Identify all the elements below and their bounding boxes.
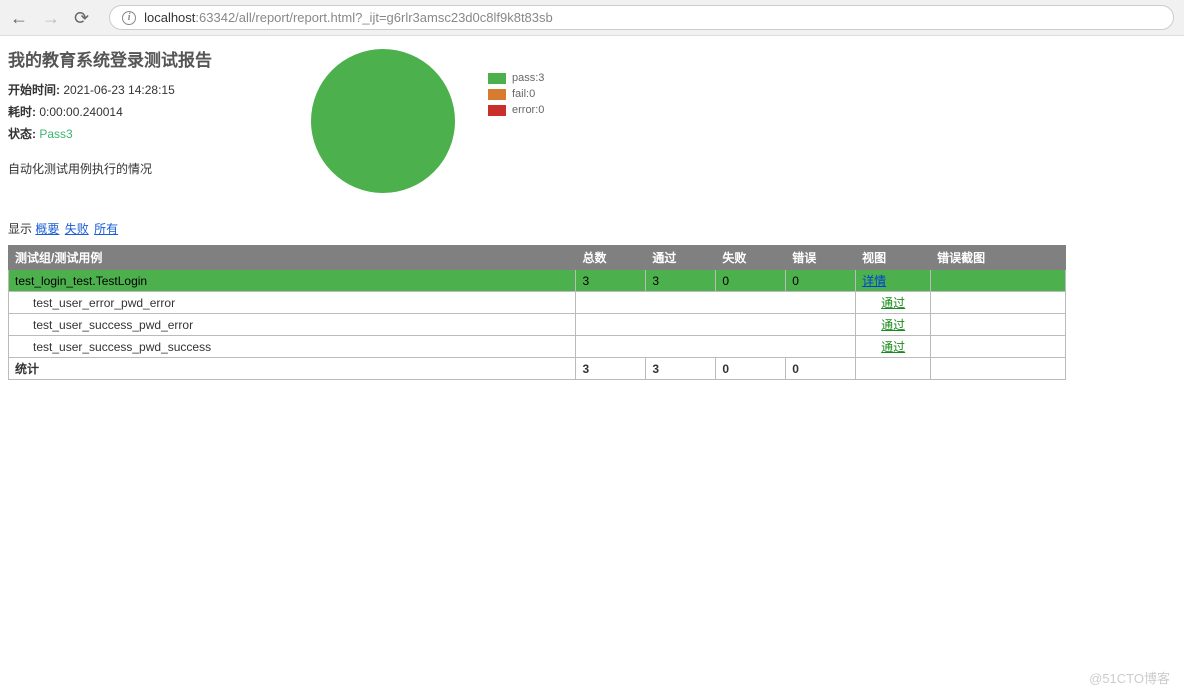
total-row: 统计 3 3 0 0	[9, 358, 1066, 380]
suite-name: test_login_test.TestLogin	[9, 270, 576, 292]
th-name: 测试组/测试用例	[9, 246, 576, 270]
case-name: test_user_success_pwd_error	[9, 314, 576, 336]
suite-fail: 0	[716, 270, 786, 292]
suite-row: test_login_test.TestLogin 3 3 0 0 详情	[9, 270, 1066, 292]
address-bar[interactable]: i localhost:63342/all/report/report.html…	[109, 5, 1174, 30]
total-error: 0	[786, 358, 856, 380]
filter-bar: 显示 概要 失败 所有	[8, 220, 1176, 237]
th-pass: 通过	[646, 246, 716, 270]
forward-button[interactable]: →	[42, 9, 60, 27]
suite-error: 0	[786, 270, 856, 292]
reload-button[interactable]: ⟳	[74, 9, 89, 27]
suite-pass: 3	[646, 270, 716, 292]
description: 自动化测试用例执行的情况	[8, 160, 278, 177]
total-label: 统计	[9, 358, 576, 380]
swatch-error-icon	[488, 105, 506, 116]
legend-fail: fail:0	[488, 88, 544, 100]
watermark: @51CTO博客	[1089, 668, 1170, 687]
th-total: 总数	[576, 246, 646, 270]
url-path: :63342/all/report/report.html?_ijt=g6rlr…	[195, 10, 552, 25]
swatch-pass-icon	[488, 73, 506, 84]
filter-label: 显示	[8, 222, 32, 236]
status: 状态: Pass3	[8, 125, 278, 142]
case-row: test_user_success_pwd_error 通过	[9, 314, 1066, 336]
th-error: 错误	[786, 246, 856, 270]
filter-fail-link[interactable]: 失败	[65, 222, 89, 236]
filter-summary-link[interactable]: 概要	[35, 222, 59, 236]
start-time: 开始时间: 2021-06-23 14:28:15	[8, 81, 278, 98]
page-title: 我的教育系统登录测试报告	[8, 46, 278, 71]
th-screenshot: 错误截图	[931, 246, 1066, 270]
url-host: localhost	[144, 10, 195, 25]
case-name: test_user_success_pwd_success	[9, 336, 576, 358]
filter-all-link[interactable]: 所有	[94, 222, 118, 236]
legend-pass: pass:3	[488, 72, 544, 84]
th-view: 视图	[856, 246, 931, 270]
total-total: 3	[576, 358, 646, 380]
case-result: 通过	[856, 336, 931, 358]
pie-chart	[308, 46, 458, 196]
total-pass: 3	[646, 358, 716, 380]
case-name: test_user_error_pwd_error	[9, 292, 576, 314]
results-table: 测试组/测试用例 总数 通过 失败 错误 视图 错误截图 test_login_…	[8, 245, 1066, 380]
info-icon[interactable]: i	[122, 11, 136, 25]
chart-legend: pass:3 fail:0 error:0	[488, 72, 544, 120]
suite-screenshot	[931, 270, 1066, 292]
case-row: test_user_success_pwd_success 通过	[9, 336, 1066, 358]
suite-view: 详情	[856, 270, 931, 292]
case-row: test_user_error_pwd_error 通过	[9, 292, 1066, 314]
duration: 耗时: 0:00:00.240014	[8, 103, 278, 120]
back-button[interactable]: ←	[10, 9, 28, 27]
case-result: 通过	[856, 314, 931, 336]
table-header-row: 测试组/测试用例 总数 通过 失败 错误 视图 错误截图	[9, 246, 1066, 270]
browser-toolbar: ← → ⟳ i localhost:63342/all/report/repor…	[0, 0, 1184, 36]
case-result: 通过	[856, 292, 931, 314]
total-fail: 0	[716, 358, 786, 380]
th-fail: 失败	[716, 246, 786, 270]
suite-total: 3	[576, 270, 646, 292]
swatch-fail-icon	[488, 89, 506, 100]
legend-error: error:0	[488, 104, 544, 116]
detail-link[interactable]: 详情	[862, 274, 886, 288]
